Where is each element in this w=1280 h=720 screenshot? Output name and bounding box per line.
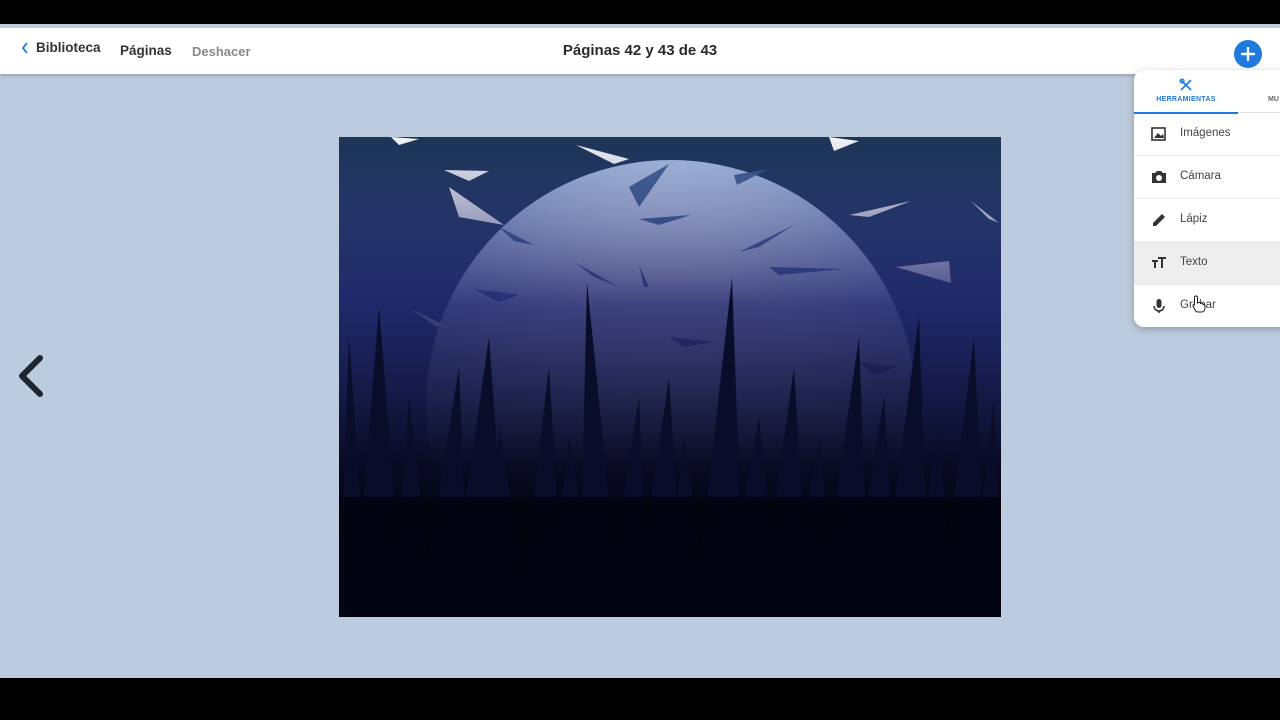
tool-record-label: Grabar (1180, 299, 1216, 311)
tab-tools[interactable]: HERRAMIENTAS (1134, 70, 1238, 114)
undo-button[interactable]: Deshacer (192, 44, 251, 59)
tool-images[interactable]: Imágenes (1134, 113, 1280, 156)
tool-record[interactable]: Grabar (1134, 285, 1280, 327)
tool-pencil-label: Lápiz (1180, 213, 1208, 225)
app-frame: Biblioteca Páginas Deshacer Páginas 42 y… (0, 0, 1280, 720)
letterbox-top (0, 0, 1280, 24)
tool-pencil[interactable]: Lápiz (1134, 199, 1280, 242)
tool-images-label: Imágenes (1180, 127, 1231, 139)
text-icon (1152, 257, 1166, 268)
microphone-icon (1153, 299, 1165, 313)
top-toolbar: Biblioteca Páginas Deshacer Páginas 42 y… (0, 28, 1280, 74)
editor-canvas: Biblioteca Páginas Deshacer Páginas 42 y… (0, 24, 1280, 678)
chevron-left-icon (19, 355, 43, 397)
tab-media[interactable]: MU (1268, 96, 1279, 103)
image-icon (1151, 127, 1166, 141)
back-to-library-label: Biblioteca (36, 40, 101, 55)
camera-icon (1152, 171, 1166, 183)
tool-camera[interactable]: Cámara (1134, 156, 1280, 199)
previous-page-button[interactable] (14, 352, 48, 405)
tool-camera-label: Cámara (1180, 170, 1221, 182)
page-illustration[interactable] (339, 137, 1001, 617)
tool-text-label: Texto (1180, 256, 1208, 268)
pencil-icon (1153, 214, 1165, 226)
tools-icon (1179, 78, 1192, 91)
letterbox-bottom (0, 678, 1280, 720)
tools-panel: HERRAMIENTAS MU Imágenes Cámara Lápiz Te… (1134, 70, 1280, 327)
tab-tools-label: HERRAMIENTAS (1156, 96, 1216, 103)
back-to-library-link[interactable]: Biblioteca (20, 40, 101, 55)
chevron-left-icon (21, 41, 28, 54)
add-button[interactable] (1234, 40, 1262, 68)
tool-text[interactable]: Texto (1134, 242, 1280, 285)
pages-link[interactable]: Páginas (120, 43, 172, 58)
plus-icon (1240, 46, 1256, 62)
tools-tabs: HERRAMIENTAS MU (1134, 70, 1280, 114)
